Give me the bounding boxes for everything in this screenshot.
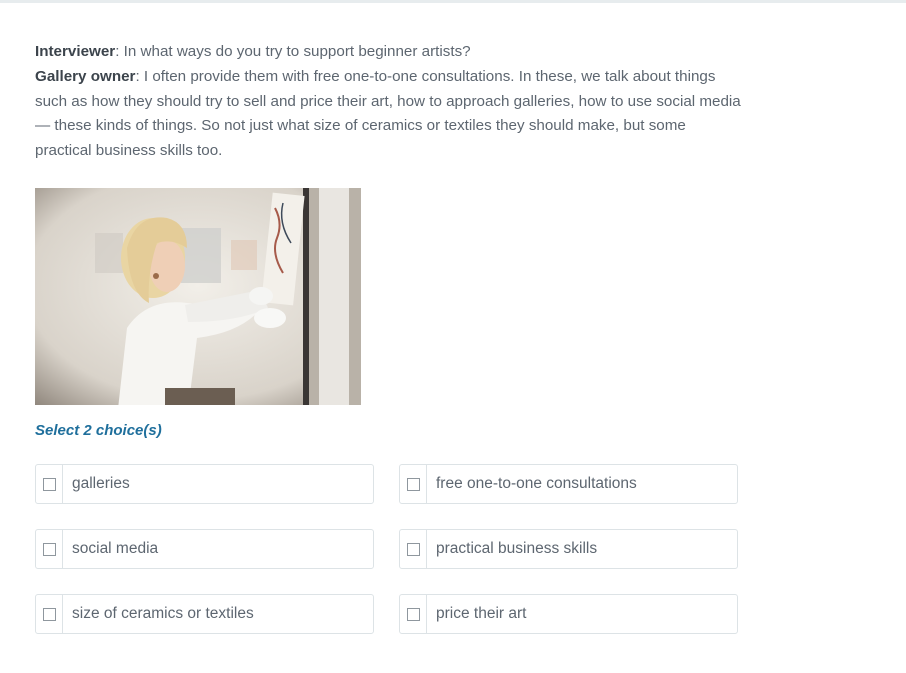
option-checkbox-cell [36, 465, 63, 503]
option-practical-business-skills[interactable]: practical business skills [399, 529, 738, 569]
interviewer-question: : In what ways do you try to support beg… [115, 43, 471, 60]
top-divider [0, 0, 906, 3]
option-label: price their art [436, 605, 527, 622]
option-label: galleries [72, 475, 130, 492]
option-label: free one-to-one consultations [436, 475, 637, 492]
checkbox-empty-icon[interactable] [42, 607, 56, 621]
speaker-interviewer: Interviewer [35, 43, 116, 60]
photo-illustration [35, 188, 361, 405]
passage-line-1: Interviewer: In what ways do you try to … [35, 40, 745, 65]
option-free-consultations[interactable]: free one-to-one consultations [399, 464, 738, 504]
passage-line-2: Gallery owner: I often provide them with… [35, 65, 745, 164]
interview-passage: Interviewer: In what ways do you try to … [35, 40, 745, 164]
option-checkbox-cell [36, 530, 63, 568]
checkbox-empty-icon[interactable] [42, 542, 56, 556]
option-checkbox-cell [400, 530, 427, 568]
checkbox-empty-icon[interactable] [42, 477, 56, 491]
checkbox-empty-icon[interactable] [406, 542, 420, 556]
checkbox-empty-icon[interactable] [406, 607, 420, 621]
option-checkbox-cell [400, 595, 427, 633]
speaker-gallery-owner: Gallery owner [35, 67, 136, 85]
option-galleries[interactable]: galleries [35, 464, 374, 504]
option-size-of-ceramics[interactable]: size of ceramics or textiles [35, 594, 374, 634]
option-price-their-art[interactable]: price their art [399, 594, 738, 634]
option-checkbox-cell [400, 465, 427, 503]
option-social-media[interactable]: social media [35, 529, 374, 569]
checkbox-empty-icon[interactable] [406, 477, 420, 491]
gallery-owner-photo [35, 188, 361, 405]
option-checkbox-cell [36, 595, 63, 633]
selection-instruction: Select 2 choice(s) [35, 422, 162, 439]
option-label: size of ceramics or textiles [72, 605, 254, 622]
option-label: social media [72, 540, 159, 557]
option-label: practical business skills [436, 540, 598, 557]
gallery-owner-answer: : I often provide them with free one-to-… [35, 67, 741, 160]
